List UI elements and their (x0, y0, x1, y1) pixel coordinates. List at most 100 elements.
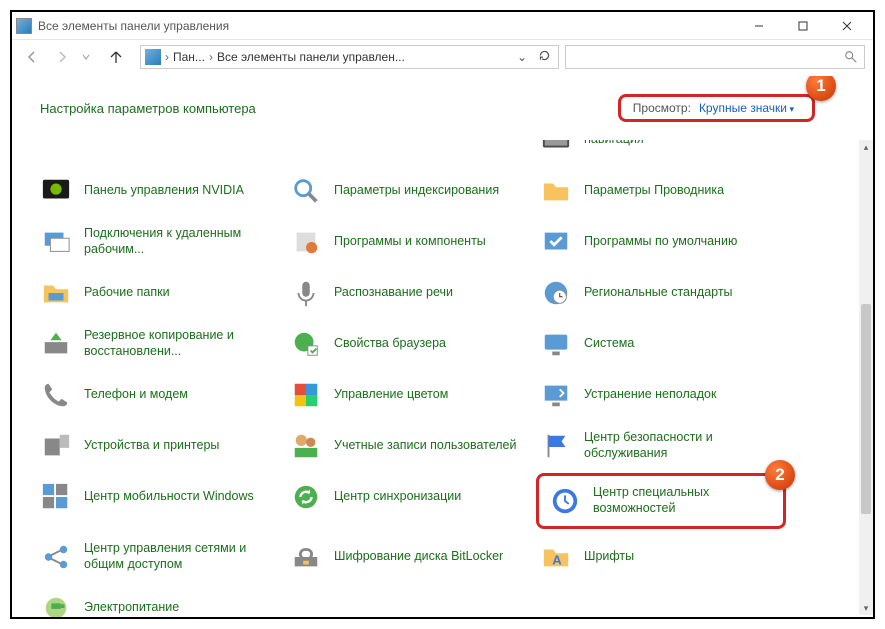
item-label: Центр мобильности Windows (84, 489, 254, 505)
svg-text:A: A (552, 552, 562, 567)
breadcrumb-seg-1[interactable]: Пан... (173, 50, 205, 64)
item-label: Рабочие папки (84, 285, 170, 301)
flag-icon (538, 428, 574, 464)
list-item[interactable]: A Шрифты (536, 533, 786, 580)
close-button[interactable] (825, 14, 869, 38)
folder-icon (538, 173, 574, 209)
list-item[interactable]: Программы и компоненты (286, 218, 536, 265)
chevron-right-icon[interactable]: › (207, 50, 215, 64)
list-item[interactable]: Распознавание речи (286, 269, 536, 316)
search-input[interactable] (565, 45, 865, 69)
view-value[interactable]: Крупные значки (699, 101, 794, 115)
list-item[interactable]: Устранение неполадок (536, 371, 786, 418)
list-item[interactable]: Управление цветом (286, 371, 536, 418)
address-dropdown[interactable]: ⌄ (512, 50, 532, 64)
globe-clock-icon (538, 275, 574, 311)
maximize-button[interactable] (781, 14, 825, 38)
item-label: Программы и компоненты (334, 234, 486, 250)
list-item[interactable]: Учетные записи пользователей (286, 422, 536, 469)
view-label: Просмотр: (633, 101, 691, 115)
items-grid: навигация Панель управления NVIDIA Парам… (12, 140, 859, 617)
item-label: Система (584, 336, 634, 352)
list-item[interactable]: Центр управления сетями и общим доступом (36, 533, 286, 580)
list-item[interactable]: Телефон и модем (36, 371, 286, 418)
list-item-highlighted[interactable]: Центр специальных возможностей 2 (536, 473, 786, 529)
remote-icon (38, 224, 74, 260)
list-item[interactable]: Электропитание (36, 584, 286, 617)
nvidia-icon (38, 173, 74, 209)
list-item[interactable]: Подключения к удаленным рабочим... (36, 218, 286, 265)
item-label: Параметры Проводника (584, 183, 724, 199)
item-label: навигация (584, 140, 644, 147)
view-selector[interactable]: Просмотр: Крупные значки 1 (618, 94, 815, 122)
mobility-icon (38, 479, 74, 515)
item-label: Шифрование диска BitLocker (334, 549, 503, 565)
list-item[interactable]: Центр синхронизации (286, 473, 536, 520)
chevron-right-icon[interactable]: › (163, 50, 171, 64)
list-item[interactable]: навигация (536, 140, 786, 163)
devices-icon (38, 428, 74, 464)
item-label: Параметры индексирования (334, 183, 499, 199)
programs-icon (288, 224, 324, 260)
defaults-icon (538, 224, 574, 260)
item-label: Резервное копирование и восстановлени... (84, 328, 276, 359)
list-item[interactable]: Параметры Проводника (536, 167, 786, 214)
item-label: Центр синхронизации (334, 489, 461, 505)
item-label: Устройства и принтеры (84, 438, 219, 454)
forward-button[interactable] (50, 45, 74, 69)
list-item[interactable]: Свойства браузера (286, 320, 536, 367)
list-item[interactable]: Панель управления NVIDIA (36, 167, 286, 214)
breadcrumb-seg-2[interactable]: Все элементы панели управлен... (217, 50, 405, 64)
troubleshoot-icon (538, 377, 574, 413)
list-item[interactable]: Шифрование диска BitLocker (286, 533, 536, 580)
sync-icon (288, 479, 324, 515)
network-icon (38, 539, 74, 575)
recent-dropdown[interactable] (80, 45, 92, 69)
list-item[interactable]: Рабочие папки (36, 269, 286, 316)
settings-header: Настройка параметров компьютера Просмотр… (12, 76, 873, 130)
refresh-button[interactable] (534, 49, 554, 65)
annotation-badge-2: 2 (765, 460, 795, 490)
list-item[interactable]: Система (536, 320, 786, 367)
item-label: Панель управления NVIDIA (84, 183, 244, 199)
search-icon (844, 50, 858, 64)
list-item[interactable]: Центр мобильности Windows (36, 473, 286, 520)
list-item[interactable]: Программы по умолчанию (536, 218, 786, 265)
item-label: Подключения к удаленным рабочим... (84, 226, 276, 257)
minimize-button[interactable] (737, 14, 781, 38)
scroll-down-button[interactable]: ▾ (859, 601, 873, 615)
list-item[interactable]: Устройства и принтеры (36, 422, 286, 469)
fonts-icon: A (538, 539, 574, 575)
breadcrumb[interactable]: › Пан... › Все элементы панели управлен.… (140, 45, 559, 69)
item-label: Учетные записи пользователей (334, 438, 517, 454)
item-label: Свойства браузера (334, 336, 446, 352)
scroll-up-button[interactable]: ▴ (859, 140, 873, 154)
window-title: Все элементы панели управления (38, 19, 737, 33)
work-folders-icon (38, 275, 74, 311)
item-label: Центр безопасности и обслуживания (584, 430, 776, 461)
scroll-thumb[interactable] (861, 304, 871, 514)
list-item[interactable]: Резервное копирование и восстановлени... (36, 320, 286, 367)
annotation-badge-1: 1 (806, 76, 836, 101)
search-icon (288, 173, 324, 209)
item-label: Управление цветом (334, 387, 448, 403)
backup-icon (38, 326, 74, 362)
list-item[interactable]: Параметры индексирования (286, 167, 536, 214)
list-item[interactable]: Центр безопасности и обслуживания (536, 422, 786, 469)
phone-icon (38, 377, 74, 413)
vertical-scrollbar[interactable]: ▴ ▾ (859, 140, 873, 615)
ease-of-access-icon (547, 483, 583, 519)
item-label: Устранение неполадок (584, 387, 716, 403)
page-title: Настройка параметров компьютера (40, 101, 256, 116)
scroll-track[interactable] (859, 154, 873, 601)
back-button[interactable] (20, 45, 44, 69)
list-item[interactable]: Региональные стандарты (536, 269, 786, 316)
color-icon (288, 377, 324, 413)
keyboard-icon (538, 140, 574, 158)
item-label: Электропитание (84, 600, 179, 616)
up-button[interactable] (104, 45, 128, 69)
control-panel-icon (16, 18, 32, 34)
internet-options-icon (288, 326, 324, 362)
bitlocker-icon (288, 539, 324, 575)
address-bar: › Пан... › Все элементы панели управлен.… (12, 40, 873, 74)
